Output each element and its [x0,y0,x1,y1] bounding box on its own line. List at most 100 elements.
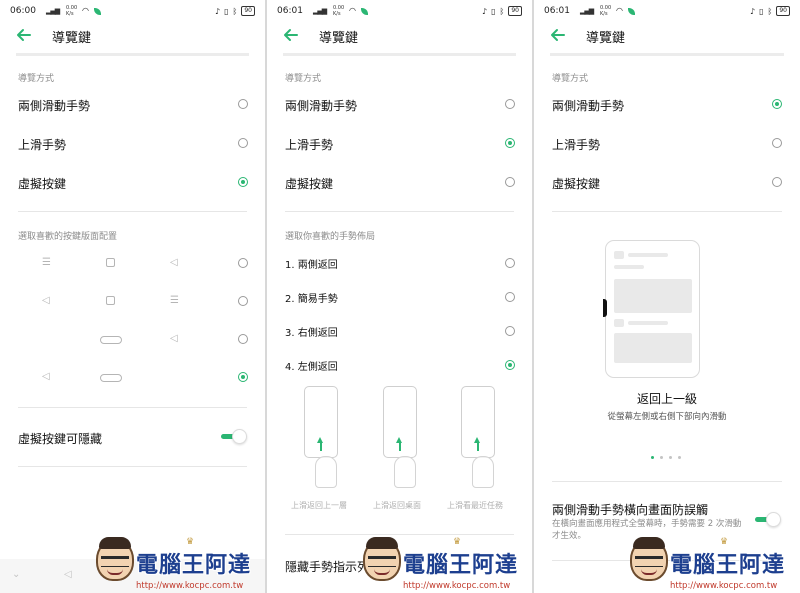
layout-radio[interactable] [238,296,248,306]
demo-subtitle: 從螢幕左側或右側下部向內滑動 [607,412,727,422]
section-divider [285,211,514,212]
watermark-url: http://www.kocpc.com.tw [670,581,778,591]
gesture-radio-selected[interactable] [505,360,515,370]
hand-icon [472,456,494,488]
vibrate-icon: ▯ [224,6,229,16]
back-arrow-icon[interactable] [550,27,566,43]
nav-mode-option[interactable]: 兩側滑動手勢 [552,97,624,114]
gesture-option[interactable]: 4. 左側返回 [285,358,338,373]
section-divider [285,534,514,535]
watermark-brand: 電腦王阿達 [670,553,786,578]
network-speed: 0.00 K/s [333,5,345,17]
gesture-radio[interactable] [505,292,515,302]
nav-mode-radio[interactable] [772,177,782,187]
section-divider [18,211,247,212]
back-key-icon: ◁ [42,371,50,382]
crown-icon: ♛ [186,537,195,547]
bluetooth-icon: ᛒ [767,6,773,16]
mute-icon: ♪ [482,6,488,16]
nav-mode-radio[interactable] [238,99,248,109]
menu-key-icon: ☰ [42,257,51,268]
nav-mode-radio-selected[interactable] [238,177,248,187]
status-time: 06:01 [277,6,303,16]
app-notification-icon [628,8,635,15]
demo-title: 返回上一級 [636,392,697,406]
crown-icon: ♛ [453,537,462,547]
gesture-caption: 上滑返回桌面 [373,501,421,510]
watermark-logo: ♛ 電腦王阿達 http://www.kocpc.com.tw [363,537,533,593]
page-title: 導覽鍵 [319,31,359,46]
nav-mode-option[interactable]: 虛擬按鍵 [18,175,66,192]
nav-mode-option[interactable]: 兩側滑動手勢 [285,97,357,114]
back-key-icon[interactable]: ◁ [64,569,72,580]
nav-mode-option[interactable]: 上滑手勢 [552,136,600,153]
nav-mode-option[interactable]: 上滑手勢 [285,136,333,153]
header-divider [283,53,516,56]
home-key-icon [106,258,115,267]
gesture-radio[interactable] [505,258,515,268]
bluetooth-icon: ᛒ [232,6,238,16]
gesture-demo-phone [304,386,338,458]
battery-icon: 90 [508,6,522,16]
page-title: 導覽鍵 [52,31,92,46]
back-key-icon: ◁ [170,333,178,344]
header-divider [550,53,784,56]
nav-mode-radio[interactable] [772,138,782,148]
watermark-url: http://www.kocpc.com.tw [403,581,511,591]
gesture-demo-phone [461,386,495,458]
pill-key-icon [100,374,122,382]
back-arrow-icon[interactable] [16,27,32,43]
menu-key-icon: ☰ [170,295,179,306]
chevron-down-icon[interactable]: ⌄ [12,569,20,580]
back-arrow-icon[interactable] [283,27,299,43]
nav-mode-radio-selected[interactable] [505,138,515,148]
page-dot[interactable] [660,456,663,459]
nav-mode-radio[interactable] [505,177,515,187]
gesture-layout-label: 選取你喜歡的手勢佈局 [285,232,376,242]
hand-icon [394,456,416,488]
header-divider [16,53,249,56]
wifi-icon: ◠ [616,6,623,15]
nav-mode-option[interactable]: 兩側滑動手勢 [18,97,90,114]
nav-mode-option[interactable]: 虛擬按鍵 [552,175,600,192]
section-divider [18,466,247,467]
page-dot[interactable] [678,456,681,459]
wifi-icon: ◠ [82,6,89,15]
network-speed: 0.00 K/s [600,5,612,17]
layout-radio[interactable] [238,334,248,344]
hide-keys-toggle[interactable] [221,429,249,444]
gesture-option[interactable]: 2. 簡易手勢 [285,290,338,305]
layout-radio-selected[interactable] [238,372,248,382]
landscape-guard-toggle[interactable] [755,512,783,527]
back-key-icon: ◁ [170,257,178,268]
signal-icon: ▂▄▆ [580,7,594,15]
hide-keys-label: 虛擬按鍵可隱藏 [18,432,103,446]
gesture-caption: 上滑看最近任務 [447,501,503,510]
gesture-demo-phone [603,240,700,378]
nav-mode-label: 導覽方式 [18,74,55,84]
hide-indicator-label[interactable]: 隱藏手勢指示列 [285,558,369,575]
status-bar: 06:01 ▂▄▆ 0.00 K/s ◠ ♪ ▯ ᛒ 90 [544,5,790,18]
settings-panel-virtual-keys: 06:00 ▂▄▆ 0.00 K/s ◠ ♪ ▯ ᛒ 90 導覽鍵 導覽方式 兩側… [0,0,265,593]
gesture-radio[interactable] [505,326,515,336]
gesture-demo-phone [383,386,417,458]
landscape-guard-label: 兩側滑動手勢橫向畫面防誤觸 [552,503,709,517]
top-app-bar: 導覽鍵 [267,24,532,50]
page-dot[interactable] [651,456,654,459]
nav-mode-radio[interactable] [238,138,248,148]
nav-mode-option[interactable]: 上滑手勢 [18,136,66,153]
page-dot[interactable] [669,456,672,459]
watermark-url: http://www.kocpc.com.tw [136,581,244,591]
status-bar: 06:01 ▂▄▆ 0.00 K/s ◠ ♪ ▯ ᛒ 90 [277,5,522,18]
gesture-option[interactable]: 3. 右側返回 [285,324,338,339]
nav-mode-radio[interactable] [505,99,515,109]
home-key-icon [106,296,115,305]
nav-mode-option[interactable]: 虛擬按鍵 [285,175,333,192]
settings-panel-swipe-up: 06:01 ▂▄▆ 0.00 K/s ◠ ♪ ▯ ᛒ 90 導覽鍵 導覽方式 兩側… [267,0,532,593]
app-notification-icon [361,8,368,15]
layout-radio[interactable] [238,258,248,268]
signal-icon: ▂▄▆ [46,7,60,15]
nav-mode-radio-selected[interactable] [772,99,782,109]
watermark-logo: ♛ 電腦王阿達 http://www.kocpc.com.tw [96,537,266,593]
gesture-option[interactable]: 1. 兩側返回 [285,256,338,271]
